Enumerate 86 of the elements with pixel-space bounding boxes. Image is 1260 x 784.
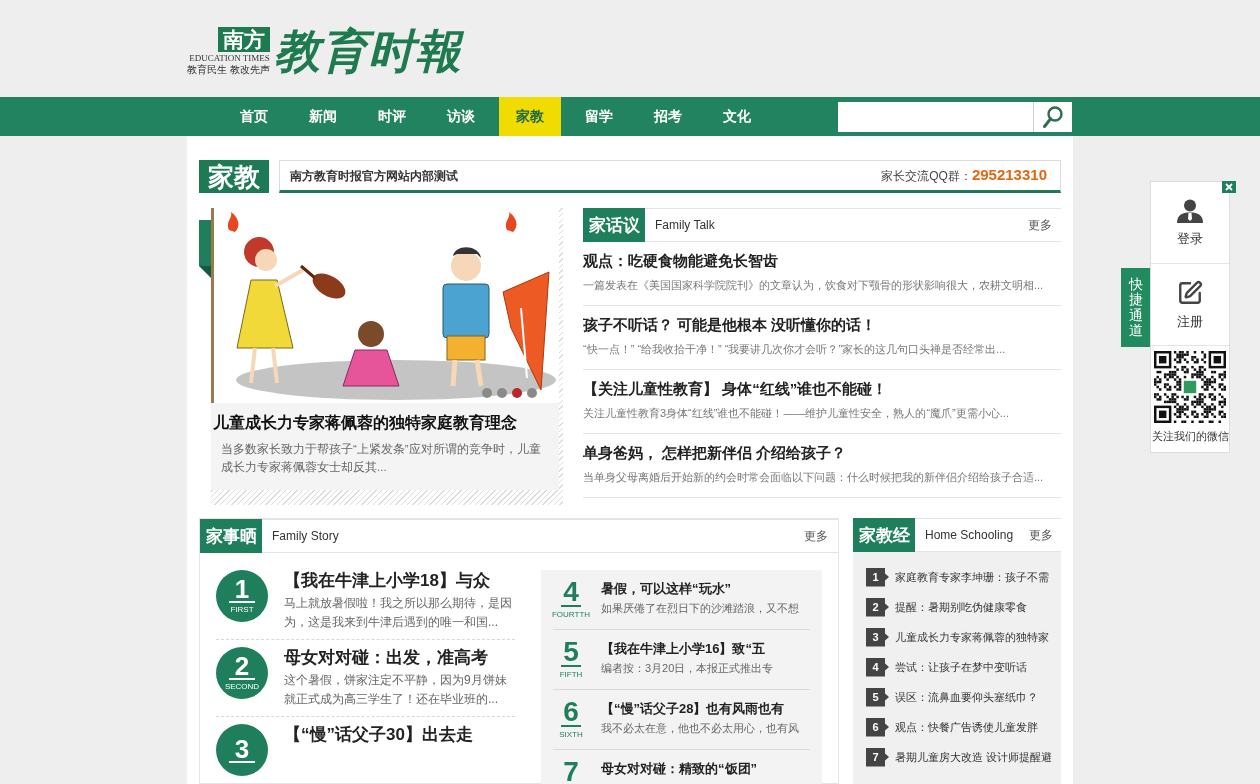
nav-tab[interactable]: 留学	[568, 97, 630, 136]
article-title[interactable]: 【“慢”话父子30】出去走	[284, 724, 473, 746]
article-summary: 马上就放暑假啦！我之所以那么期待，是因为，这是我来到牛津后遇到的唯一和国...	[284, 595, 513, 631]
article-title[interactable]: 单身爸妈， 怎样把新伴侣 介绍给孩子？	[583, 442, 1061, 464]
more-link[interactable]: 更多	[804, 527, 828, 545]
logo-calligraphy: 教育时報	[273, 24, 462, 79]
rank-ordinal: FOURTTH	[551, 609, 591, 620]
article-title[interactable]: 暑假，可以这样“玩水”	[601, 579, 799, 599]
article-title[interactable]: 【关注儿童性教育】 身体“红线”谁也不能碰！	[583, 378, 1061, 400]
more-link[interactable]: 更多	[1029, 526, 1053, 544]
quick-access-tab[interactable]: 快捷通道	[1121, 268, 1150, 347]
section-title: 家话议	[583, 208, 645, 242]
section-heading: 家教	[199, 160, 269, 193]
section-subtitle: Family Talk	[655, 217, 715, 234]
nav-tab[interactable]: 家教	[499, 97, 561, 136]
ranking-title[interactable]: 家庭教育专家李坤珊：孩子不需	[895, 568, 1049, 586]
article-summary: 这个暑假，饼家注定不平静，因为9月饼妹就正式成为高三学生了！还在毕业班的...	[284, 672, 508, 708]
nav-tab[interactable]: 时评	[361, 97, 423, 136]
rank-number: 1	[228, 577, 256, 603]
section-title: 家教经	[853, 518, 915, 552]
rank-number: 5	[561, 639, 581, 667]
logo-english-name: EDUCATION TIMES	[189, 53, 270, 64]
article-title[interactable]: 孩子不听话？ 可能是他根本 没听懂你的话！	[583, 314, 1061, 336]
rank-ordinal: SIXTH	[559, 729, 583, 740]
nav-tab[interactable]: 首页	[223, 97, 285, 136]
rank-number: 6	[561, 699, 581, 727]
rank-tag: 2	[866, 597, 889, 617]
article-title[interactable]: 观点：吃硬食物能避免长智齿	[583, 250, 1061, 272]
article-summary: 编者按：3月20日，本报正式推出专	[601, 661, 774, 676]
ranking-title[interactable]: 儿童成长力专家蒋佩蓉的独特家	[895, 628, 1049, 646]
qr-caption: 关注我们的微信	[1151, 429, 1229, 444]
article-summary: “快一点！” “给我收拾干净！” “我要讲几次你才会听？”家长的这几句口头禅是否经常出...	[583, 342, 1007, 357]
article-summary: 当单身父母离婚后开始新的约会时常会面临以下问题：什么时候把我的新伴侣介绍给孩子合适...	[583, 470, 1045, 485]
search-field[interactable]	[838, 101, 1033, 132]
rank-number: 3	[228, 737, 256, 763]
ranking-title[interactable]: 提醒：暑期别吃伪健康零食	[895, 598, 1027, 616]
qr-code-icon	[1154, 351, 1226, 423]
article-title[interactable]: 母女对对碰：精致的“饭团”	[601, 759, 757, 779]
nav-tab[interactable]: 招考	[637, 97, 699, 136]
ranking-title[interactable]: 暑期儿童房大改造 设计师提醒避	[895, 748, 1053, 766]
article-summary: 我不必太在意，他也不必太用心，也有风	[601, 721, 799, 736]
article-title[interactable]: 【我在牛津上小学16】致“五	[601, 639, 774, 659]
more-link[interactable]: 更多	[1028, 216, 1052, 234]
article-summary: 关注儿童性教育3身体“红线”谁也不能碰！——维护儿童性安全，熟人的“魔爪”更需小心...	[583, 406, 1010, 421]
rank-tag: 3	[866, 627, 889, 647]
carousel-summary: 当多数家长致力于帮孩子“上紧发条”应对所谓的竞争时，儿童成长力专家蒋佩蓉女士却反其...	[220, 442, 542, 475]
qq-group-number: 295213310	[971, 165, 1047, 186]
section-subtitle: Home Schooling	[925, 527, 1014, 544]
rank-ordinal: SECOND	[224, 681, 260, 692]
article-title[interactable]: 母女对对碰：出发，准高考	[284, 647, 515, 669]
nav-tab[interactable]: 文化	[706, 97, 768, 136]
carousel-title[interactable]: 儿童成长力专家蒋佩蓉的独特家庭教育理念	[211, 411, 559, 435]
logo-badge: 南方	[217, 27, 270, 52]
nav-tab[interactable]: 访谈	[430, 97, 492, 136]
nav-tab[interactable]: 新闻	[292, 97, 354, 136]
article-summary: 如果厌倦了在烈日下的沙滩踏浪，又不想	[601, 601, 799, 616]
rank-number: 4	[561, 579, 581, 607]
rank-tag: 4	[866, 657, 889, 677]
rank-ordinal: FIRST	[230, 604, 254, 615]
rank-number: 7	[561, 759, 581, 784]
rank-tag: 1	[866, 567, 889, 587]
login-link[interactable]: 登录	[1177, 198, 1203, 247]
ranking-title[interactable]: 尝试：让孩子在梦中变听话	[895, 658, 1027, 676]
search-button[interactable]	[1033, 101, 1072, 132]
logo-slogan: 教育民生 教改先声	[187, 64, 270, 75]
rank-ordinal: FIFTH	[559, 669, 583, 680]
section-title: 家事晒	[200, 519, 262, 553]
qq-group-label: 家长交流QQ群：	[881, 168, 972, 186]
notice-text: 南方教育时报官方网站内部测试	[290, 167, 458, 185]
edit-icon	[1177, 279, 1203, 306]
article-summary: 一篇发表在《美国国家科学院院刊》的文章认为，饮食对下颚骨的形状影响很大，农耕文明相...	[583, 278, 1045, 293]
rank-tag: 7	[866, 747, 889, 767]
section-subtitle: Family Story	[272, 528, 339, 545]
close-button[interactable]	[1222, 181, 1236, 193]
ribbon-icon	[199, 220, 211, 278]
register-link[interactable]: 注册	[1177, 279, 1203, 330]
ranking-title[interactable]: 观点：快餐广告诱使儿童发胖	[895, 718, 1038, 736]
close-icon	[1225, 183, 1233, 191]
article-title[interactable]: 【我在牛津上小学18】与众	[284, 570, 515, 592]
rank-number: 2	[228, 654, 256, 680]
ranking-title[interactable]: 误区：流鼻血要仰头塞纸巾？	[895, 688, 1038, 706]
person-icon	[1177, 198, 1203, 223]
article-title[interactable]: 【“慢”话父子28】也有风雨也有	[601, 699, 799, 719]
rank-tag: 6	[866, 717, 889, 737]
search-icon	[1043, 105, 1063, 128]
rank-tag: 5	[866, 687, 889, 707]
